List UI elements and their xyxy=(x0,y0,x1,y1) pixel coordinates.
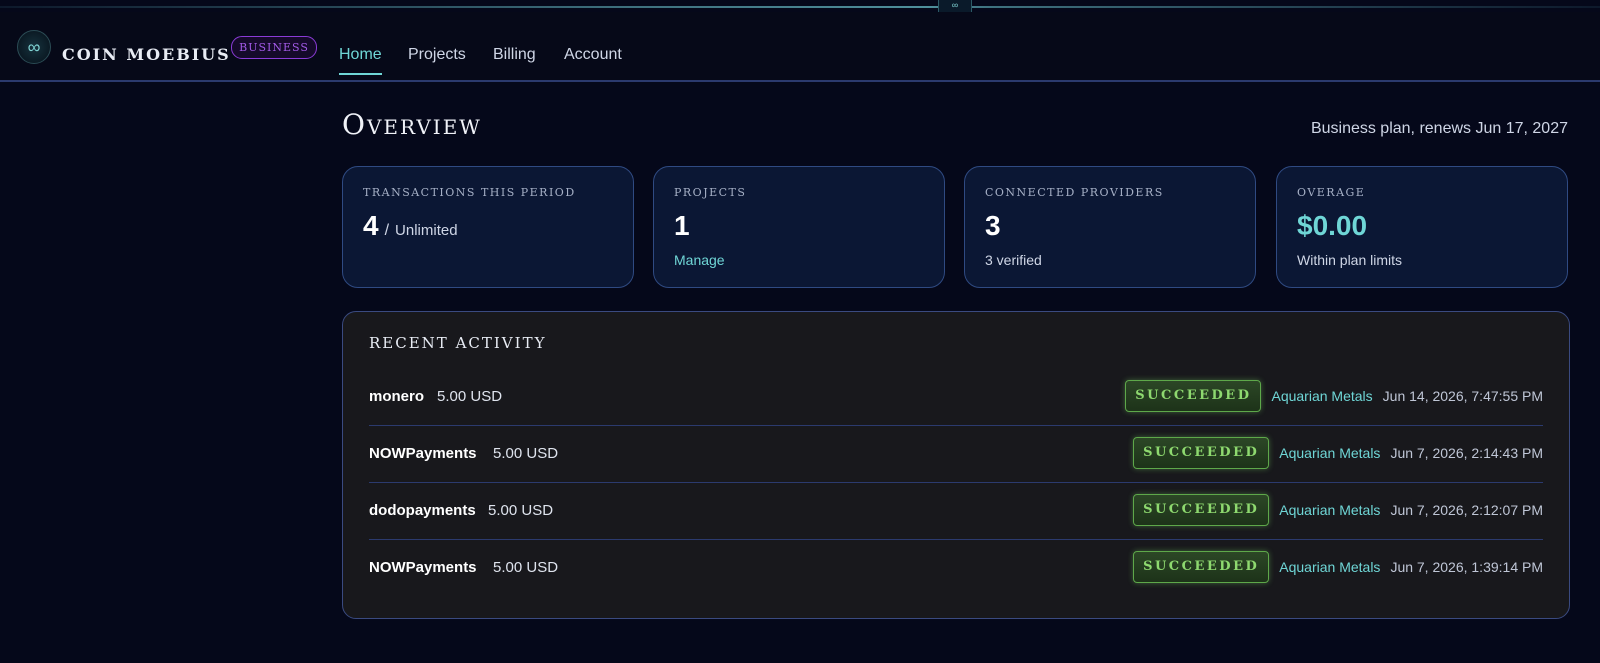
overage-status-text: Within plan limits xyxy=(1297,252,1403,268)
status-badge: SUCCEEDED xyxy=(1133,551,1270,583)
providers-verified-text: 3 verified xyxy=(985,252,1042,268)
activity-timestamp: Jun 14, 2026, 7:47:55 PM xyxy=(1382,388,1543,404)
activity-merchant-link[interactable]: Aquarian Metals xyxy=(1279,445,1380,461)
activity-provider: NOWPayments xyxy=(369,559,477,576)
plan-renewal-text: Business plan, renews Jun 17, 2027 xyxy=(1310,120,1568,137)
page-title: Overview xyxy=(342,108,482,141)
nav-account[interactable]: Account xyxy=(564,46,622,64)
projects-label: PROJECTS xyxy=(674,186,747,199)
activity-timestamp: Jun 7, 2026, 1:39:14 PM xyxy=(1390,559,1543,575)
recent-activity-panel: RECENT ACTIVITY monero 5.00 USD SUCCEEDE… xyxy=(342,311,1570,619)
overage-card: OVERAGE $0.00 Within plan limits xyxy=(1276,166,1568,288)
activity-provider: monero xyxy=(369,388,425,405)
transactions-limit: Unlimited xyxy=(395,222,458,239)
activity-row-meta: SUCCEEDED Aquarian Metals Jun 14, 2026, … xyxy=(1125,380,1543,412)
activity-provider: dodopayments xyxy=(369,502,476,519)
activity-row[interactable]: monero 5.00 USD SUCCEEDED Aquarian Metal… xyxy=(369,368,1543,426)
logo-infinity-icon[interactable]: ∞ xyxy=(17,30,51,64)
status-badge: SUCCEEDED xyxy=(1133,437,1270,469)
activity-amount: 5.00 USD xyxy=(437,388,503,405)
nav-projects[interactable]: Projects xyxy=(408,46,466,64)
overage-label: OVERAGE xyxy=(1297,186,1366,199)
manage-projects-link[interactable]: Manage xyxy=(674,252,725,268)
activity-merchant-link[interactable]: Aquarian Metals xyxy=(1279,559,1380,575)
projects-card: PROJECTS 1 Manage xyxy=(653,166,945,288)
top-accent-line xyxy=(0,6,1600,8)
brand-name[interactable]: COIN MOEBIUS xyxy=(62,45,231,64)
nav-billing[interactable]: Billing xyxy=(493,46,536,64)
providers-card: CONNECTED PROVIDERS 3 3 verified xyxy=(964,166,1256,288)
recent-activity-title: RECENT ACTIVITY xyxy=(369,334,547,352)
projects-count: 1 xyxy=(674,210,690,241)
transactions-label: TRANSACTIONS THIS PERIOD xyxy=(363,186,576,199)
providers-label: CONNECTED PROVIDERS xyxy=(985,186,1164,199)
overage-amount: $0.00 xyxy=(1297,210,1368,241)
top-navigation-bar: ∞ COIN MOEBIUS BUSINESS Home Projects Bi… xyxy=(0,12,1600,82)
transactions-count: 4 xyxy=(363,210,379,241)
activity-amount: 5.00 USD xyxy=(488,502,554,519)
activity-row-meta: SUCCEEDED Aquarian Metals Jun 7, 2026, 2… xyxy=(1133,437,1543,469)
status-badge: SUCCEEDED xyxy=(1125,380,1262,412)
activity-provider: NOWPayments xyxy=(369,445,477,462)
activity-amount: 5.00 USD xyxy=(493,445,559,462)
transactions-slash: / xyxy=(384,222,390,239)
activity-amount: 5.00 USD xyxy=(493,559,559,576)
activity-row[interactable]: NOWPayments 5.00 USD SUCCEEDED Aquarian … xyxy=(369,425,1543,483)
activity-merchant-link[interactable]: Aquarian Metals xyxy=(1271,388,1372,404)
nav-active-underline xyxy=(339,73,382,75)
activity-row-meta: SUCCEEDED Aquarian Metals Jun 7, 2026, 1… xyxy=(1133,551,1543,583)
activity-timestamp: Jun 7, 2026, 2:12:07 PM xyxy=(1390,502,1543,518)
activity-timestamp: Jun 7, 2026, 2:14:43 PM xyxy=(1390,445,1543,461)
transactions-card: TRANSACTIONS THIS PERIOD 4 / Unlimited xyxy=(342,166,634,288)
activity-row-meta: SUCCEEDED Aquarian Metals Jun 7, 2026, 2… xyxy=(1133,494,1543,526)
transactions-value-group: 4 / Unlimited xyxy=(363,210,458,242)
activity-row[interactable]: NOWPayments 5.00 USD SUCCEEDED Aquarian … xyxy=(369,539,1543,596)
activity-merchant-link[interactable]: Aquarian Metals xyxy=(1279,502,1380,518)
providers-count: 3 xyxy=(985,210,1001,241)
nav-home[interactable]: Home xyxy=(339,46,382,64)
activity-row[interactable]: dodopayments 5.00 USD SUCCEEDED Aquarian… xyxy=(369,482,1543,540)
plan-badge: BUSINESS xyxy=(231,36,317,59)
status-badge: SUCCEEDED xyxy=(1133,494,1270,526)
